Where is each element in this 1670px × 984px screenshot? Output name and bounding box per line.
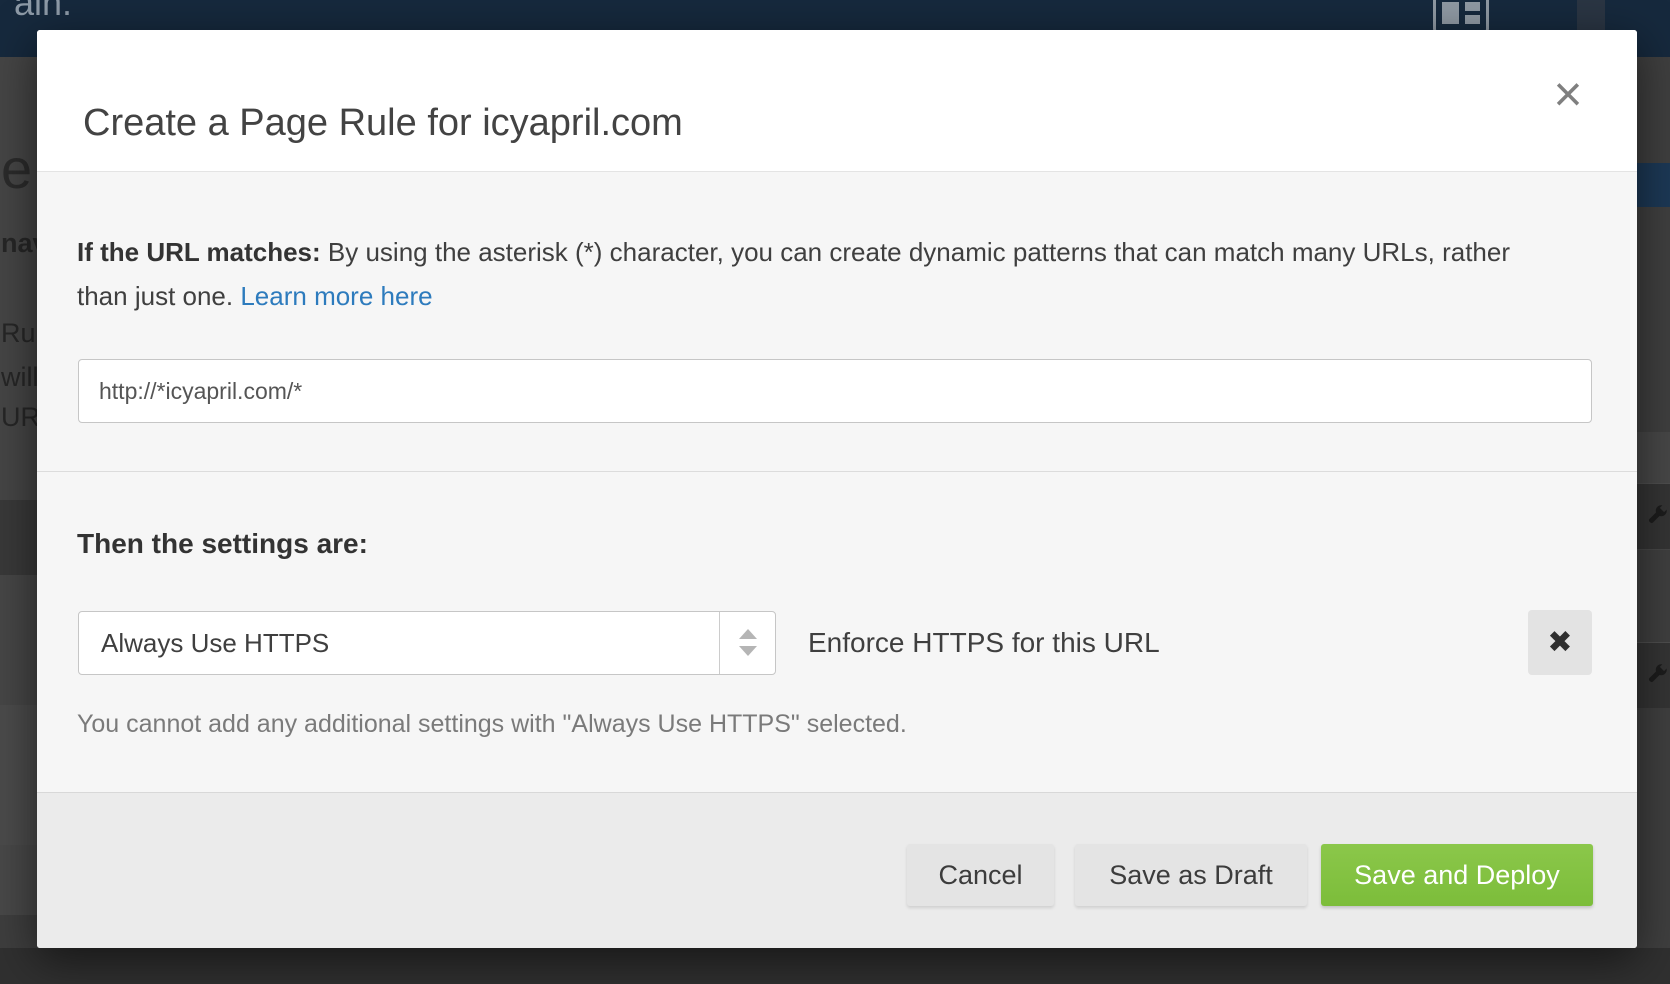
topbar-partial-text: ain. <box>14 0 72 24</box>
save-as-draft-button[interactable]: Save as Draft <box>1075 844 1307 906</box>
wrench-icon <box>1644 661 1670 687</box>
url-match-lead: If the URL matches: <box>77 237 321 267</box>
modal-footer: Cancel Save as Draft Save and Deploy <box>37 792 1637 948</box>
rule-row-fragment <box>1637 642 1670 708</box>
wrench-icon <box>1644 502 1670 528</box>
page-text-fragment-nav: nav <box>1 228 37 259</box>
dimmed-page-bottom-edge <box>0 948 1670 984</box>
page-text-fragment-will: will <box>1 362 37 393</box>
url-match-description: If the URL matches: By using the asteris… <box>77 230 1557 318</box>
modal-title: Create a Page Rule for icyapril.com <box>83 102 683 145</box>
grid-view-icon[interactable] <box>1433 0 1489 34</box>
chevron-down-icon <box>739 646 757 656</box>
settings-helper-text: You cannot add any additional settings w… <box>77 710 907 739</box>
modal-header: Create a Page Rule for icyapril.com × <box>37 30 1637 172</box>
dimmed-page-left-edge: e nav Ru will UR <box>0 57 37 984</box>
settings-heading: Then the settings are: <box>77 528 368 560</box>
setting-description-label: Enforce HTTPS for this URL <box>808 611 1160 675</box>
dimmed-page-right-edge <box>1637 57 1670 984</box>
rule-row-fragment <box>1637 483 1670 549</box>
learn-more-link[interactable]: Learn more here <box>240 281 432 311</box>
chevron-up-icon <box>739 629 757 639</box>
page-text-fragment-ru: Ru <box>1 318 36 349</box>
remove-setting-button[interactable]: ✖ <box>1528 610 1592 675</box>
create-page-rule-modal: Create a Page Rule for icyapril.com × If… <box>37 30 1637 948</box>
save-and-deploy-button[interactable]: Save and Deploy <box>1321 844 1593 906</box>
dimmed-blue-button-fragment <box>1637 163 1670 207</box>
page-text-fragment-ur: UR <box>1 402 37 433</box>
select-stepper-icon[interactable] <box>719 612 775 674</box>
footer-buttons: Cancel Save as Draft Save and Deploy <box>907 844 1593 906</box>
url-pattern-input[interactable] <box>78 359 1592 423</box>
close-icon[interactable]: × <box>1542 66 1594 122</box>
page-heading-fragment: e <box>1 136 32 201</box>
setting-select[interactable]: Always Use HTTPS <box>78 611 776 675</box>
section-divider <box>37 471 1637 472</box>
setting-select-value: Always Use HTTPS <box>101 612 329 674</box>
cancel-button[interactable]: Cancel <box>907 844 1054 906</box>
